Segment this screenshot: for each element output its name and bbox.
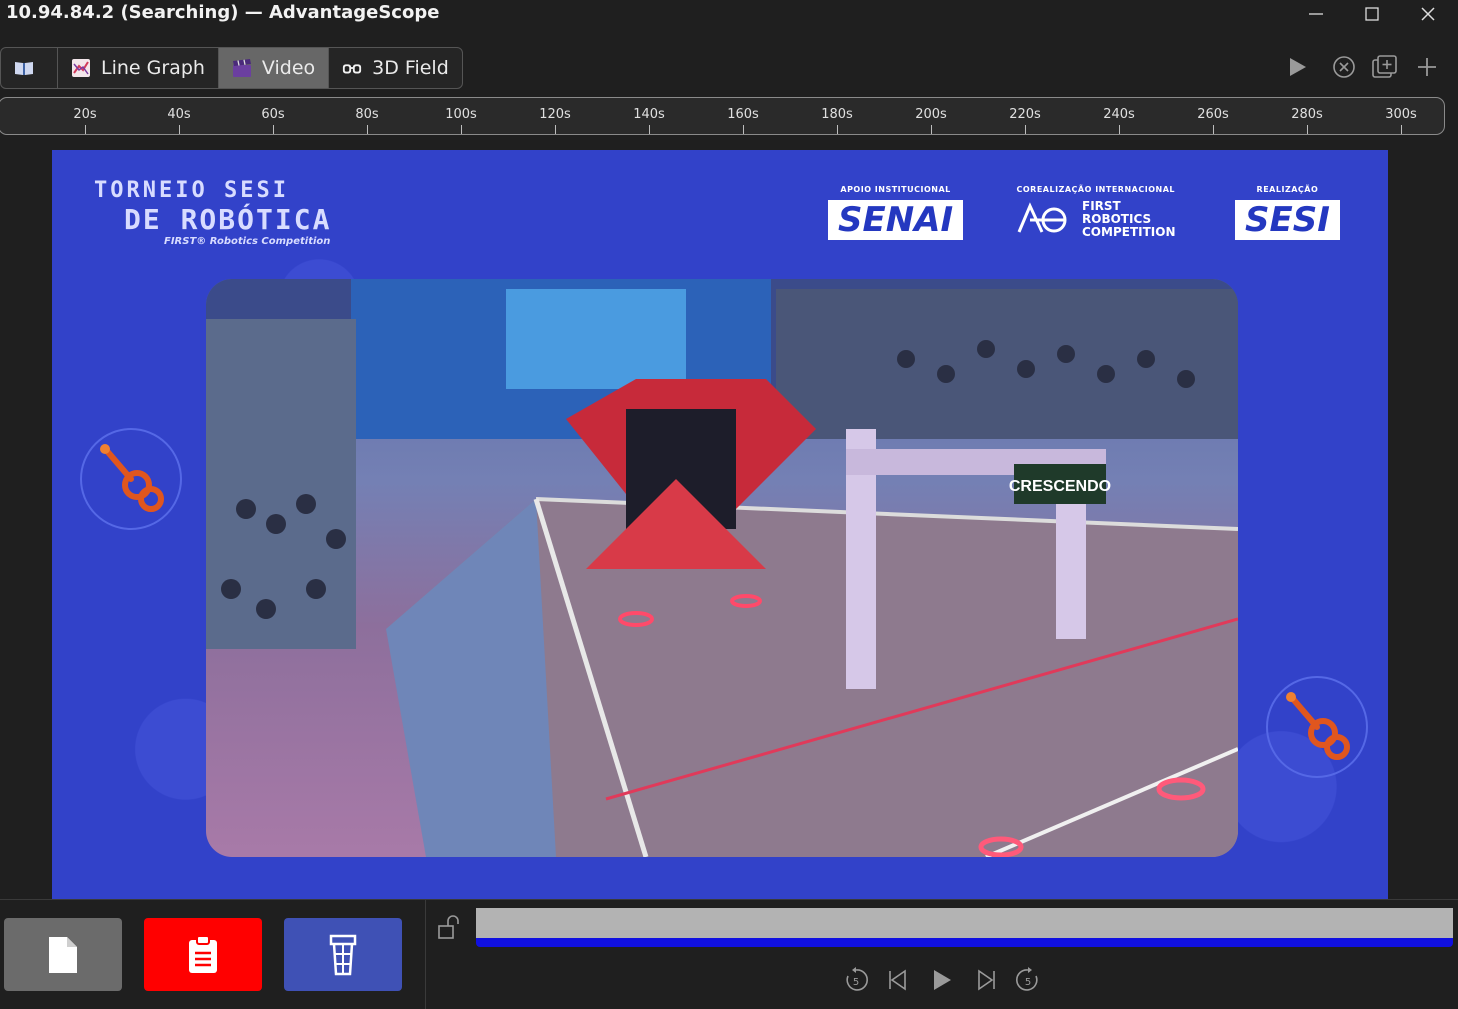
plus-icon — [1418, 58, 1436, 76]
close-tab-button[interactable] — [1331, 54, 1357, 80]
close-button[interactable] — [1400, 0, 1456, 28]
event-brand-line2: DE ROBÓTICA — [124, 203, 332, 236]
tower-icon — [329, 934, 357, 975]
skip-forward-icon: 5 — [1016, 967, 1038, 991]
guitar-badge-right — [1266, 676, 1368, 778]
skip-forward-button[interactable]: 5 — [1014, 966, 1042, 994]
popup-window-button[interactable] — [1372, 54, 1398, 80]
tab-video-label: Video — [261, 57, 316, 79]
video-scrub-progress — [476, 938, 1453, 947]
sesi-logo: SESI — [1235, 200, 1340, 240]
minimize-button[interactable] — [1288, 0, 1344, 28]
guitar-icon — [100, 444, 164, 512]
sponsor-sesi: REALIZAÇÃO SESI — [1235, 185, 1340, 240]
tab-documentation[interactable] — [1, 48, 58, 88]
event-brand-line1: TORNEIO SESI — [94, 178, 289, 203]
local-file-source-button[interactable] — [4, 918, 122, 991]
video-play-button[interactable] — [928, 966, 956, 994]
first-logo: FIRST ROBOTICS COMPETITION — [1016, 200, 1176, 239]
skip-back-seconds: 5 — [853, 977, 859, 988]
clapper-icon — [232, 58, 252, 78]
video-scrub-bar[interactable] — [476, 908, 1453, 938]
unlock-icon — [438, 915, 459, 939]
arena-camera-feed: CRESCENDO — [206, 279, 1238, 857]
controls-divider — [425, 900, 426, 1009]
clipboard-source-button[interactable] — [144, 918, 262, 991]
sponsor-senai: APOIO INSTITUCIONAL SENAI — [828, 185, 964, 240]
tab-line-graph[interactable]: Line Graph — [58, 48, 219, 88]
maximize-icon — [1365, 7, 1379, 21]
close-circle-icon — [1333, 56, 1355, 78]
guitar-icon — [1286, 692, 1350, 760]
tab-video[interactable]: Video — [218, 48, 330, 88]
add-tab-button[interactable] — [1414, 54, 1440, 80]
timeline[interactable]: 20s 40s 60s 80s 100s 120s 140s 160s 180s… — [0, 97, 1445, 135]
lock-toggle-button[interactable] — [436, 914, 462, 940]
line-graph-icon — [71, 58, 91, 78]
first-emblem-icon — [1017, 201, 1067, 233]
title-bar: 10.94.84.2 (Searching) — AdvantageScope — [0, 0, 1458, 28]
tab-3d-field-label: 3D Field — [372, 57, 449, 79]
minimize-icon — [1309, 13, 1323, 15]
tab-3d-field[interactable]: 3D Field — [329, 48, 462, 88]
play-button[interactable] — [1284, 54, 1310, 80]
sponsor-sesi-caption: REALIZAÇÃO — [1256, 185, 1319, 194]
window-title: 10.94.84.2 (Searching) — AdvantageScope — [6, 2, 440, 23]
step-forward-button[interactable] — [971, 966, 999, 994]
glasses-icon — [342, 58, 362, 78]
senai-logo: SENAI — [828, 200, 964, 240]
first-logo-line3: COMPETITION — [1082, 225, 1176, 239]
sponsor-first-caption: COREALIZAÇÃO INTERNACIONAL — [1016, 185, 1175, 194]
play-icon — [934, 970, 951, 990]
step-back-icon — [889, 969, 906, 991]
video-frame[interactable]: TORNEIO SESI DE ROBÓTICA FIRST® Robotics… — [52, 150, 1388, 899]
skip-back-icon: 5 — [846, 967, 868, 991]
new-window-icon — [1372, 55, 1397, 78]
file-icon — [49, 936, 77, 973]
arena-sign-crescendo: CRESCENDO — [1009, 478, 1111, 495]
step-forward-icon — [978, 969, 995, 991]
close-icon — [1421, 7, 1435, 21]
play-icon — [1290, 58, 1306, 76]
clipboard-icon — [189, 934, 217, 973]
sponsor-senai-caption: APOIO INSTITUCIONAL — [840, 185, 951, 194]
skip-back-button[interactable]: 5 — [842, 966, 870, 994]
tab-line-graph-label: Line Graph — [101, 57, 205, 79]
maximize-button[interactable] — [1344, 0, 1400, 28]
sponsor-first: COREALIZAÇÃO INTERNACIONAL FIRST ROBOTIC… — [1016, 185, 1176, 239]
guitar-badge-left — [80, 428, 182, 530]
book-icon — [14, 58, 34, 78]
tab-bar: Line Graph Video 3D Field — [0, 47, 463, 89]
event-brand-line3: FIRST® Robotics Competition — [164, 236, 331, 247]
skip-forward-seconds: 5 — [1025, 977, 1031, 988]
arena-scene: CRESCENDO — [206, 279, 1238, 857]
step-back-button[interactable] — [885, 966, 913, 994]
video-controls-panel: 5 5 — [0, 899, 1458, 1009]
frc-events-source-button[interactable] — [284, 918, 402, 991]
event-brand: TORNEIO SESI DE ROBÓTICA FIRST® Robotics… — [94, 178, 331, 247]
